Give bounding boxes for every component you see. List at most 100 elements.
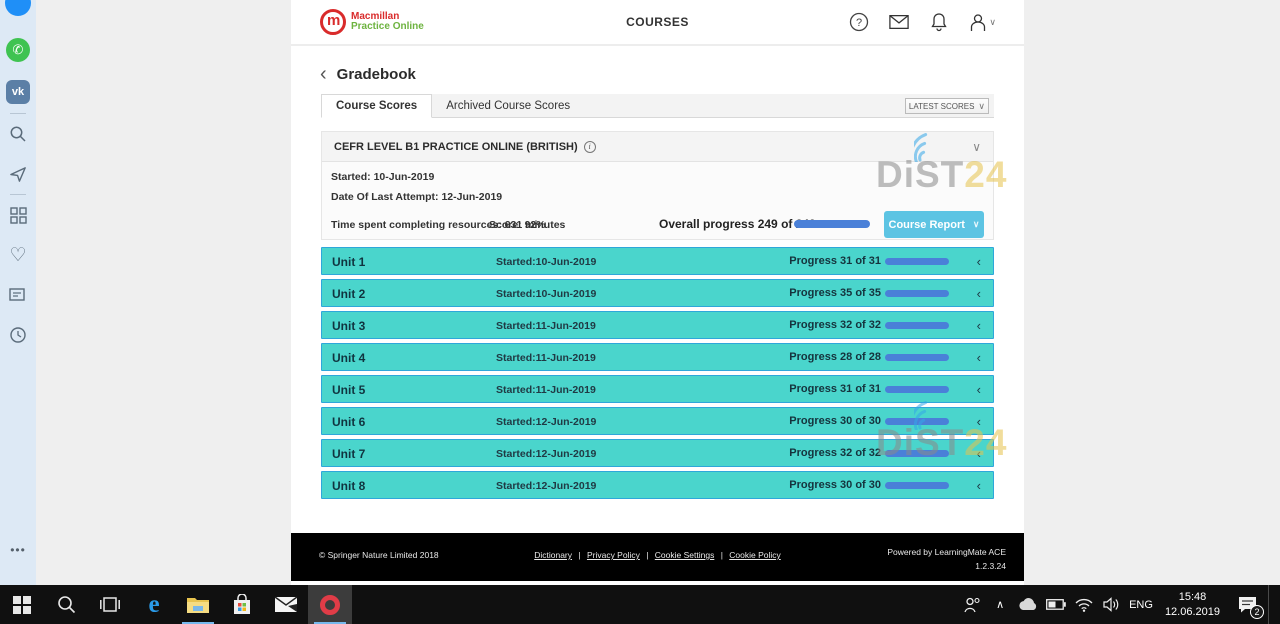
course-started: Started: 10-Jun-2019 xyxy=(331,171,984,183)
chevron-expand-icon[interactable]: ‹ xyxy=(977,414,981,429)
chevron-expand-icon[interactable]: ‹ xyxy=(977,446,981,461)
unit-name: Unit 6 xyxy=(332,415,365,429)
footer-link[interactable]: Dictionary xyxy=(534,550,572,560)
mail-app-icon[interactable] xyxy=(264,585,308,624)
unit-progress-label: Progress 31 of 31 xyxy=(789,255,881,267)
unit-progress-bar xyxy=(885,354,949,361)
whatsapp-icon[interactable]: ✆ xyxy=(6,38,30,62)
vk-icon[interactable]: vk xyxy=(6,80,30,104)
unit-row[interactable]: Unit 4 Started:11-Jun-2019 Progress 28 o… xyxy=(321,343,994,371)
footer-link[interactable]: Cookie Policy xyxy=(729,550,781,560)
page-title: Gradebook xyxy=(337,66,416,83)
bookmarks-heart-icon[interactable]: ♡ xyxy=(7,244,29,266)
back-icon[interactable]: ‹ xyxy=(320,64,327,84)
chevron-down-icon: ∨ xyxy=(978,101,985,112)
overall-progress-label: Overall progress 249 of 249 xyxy=(659,217,816,231)
chevron-down-icon: ∨ xyxy=(973,219,980,230)
unit-started-date: Started:11-Jun-2019 xyxy=(496,352,596,364)
search-icon[interactable] xyxy=(7,123,29,145)
store-icon[interactable] xyxy=(220,585,264,624)
mail-icon[interactable] xyxy=(889,12,909,32)
opera-icon[interactable] xyxy=(308,585,352,624)
tray-expand-icon[interactable]: ∧ xyxy=(989,591,1011,619)
footer-link-separator: | xyxy=(576,550,583,560)
page-content: Macmillan Practice Online COURSES ? ∨ xyxy=(291,0,1024,585)
unit-started-date: Started:12-Jun-2019 xyxy=(496,416,596,428)
unit-progress-bar xyxy=(885,418,949,425)
unit-name: Unit 1 xyxy=(332,255,365,269)
edge-icon[interactable]: e xyxy=(132,585,176,624)
info-icon[interactable]: i xyxy=(584,141,596,153)
unit-started-date: Started:10-Jun-2019 xyxy=(496,288,596,300)
chevron-expand-icon[interactable]: ‹ xyxy=(977,478,981,493)
unit-name: Unit 7 xyxy=(332,447,365,461)
start-button[interactable] xyxy=(0,585,44,624)
nav-courses[interactable]: COURSES xyxy=(626,15,689,29)
file-explorer-icon[interactable] xyxy=(176,585,220,624)
help-icon[interactable]: ? xyxy=(849,12,869,32)
sidebar-divider xyxy=(10,194,26,195)
sidebar-more-icon[interactable]: ••• xyxy=(0,543,36,557)
show-desktop-button[interactable] xyxy=(1268,585,1274,624)
tab-course-scores[interactable]: Course Scores xyxy=(321,94,432,118)
unit-row[interactable]: Unit 1 Started:10-Jun-2019 Progress 31 o… xyxy=(321,247,994,275)
unit-row[interactable]: Unit 2 Started:10-Jun-2019 Progress 35 o… xyxy=(321,279,994,307)
course-panel-header[interactable]: CEFR LEVEL B1 PRACTICE ONLINE (BRITISH) … xyxy=(322,132,993,162)
chevron-expand-icon[interactable]: ‹ xyxy=(977,382,981,397)
send-icon[interactable] xyxy=(7,163,29,185)
overall-progress-bar xyxy=(794,220,870,228)
unit-row[interactable]: Unit 3 Started:11-Jun-2019 Progress 32 o… xyxy=(321,311,994,339)
onedrive-cloud-icon[interactable] xyxy=(1017,591,1039,619)
unit-row[interactable]: Unit 7 Started:12-Jun-2019 Progress 32 o… xyxy=(321,439,994,467)
course-report-label: Course Report xyxy=(889,219,965,231)
speed-dial-icon[interactable] xyxy=(7,204,29,226)
unit-progress-label: Progress 28 of 28 xyxy=(789,351,881,363)
footer-link[interactable]: Privacy Policy xyxy=(587,550,640,560)
unit-progress-bar xyxy=(885,482,949,489)
battery-icon[interactable] xyxy=(1045,591,1067,619)
course-report-button[interactable]: Course Report ∨ xyxy=(884,211,984,238)
chevron-expand-icon[interactable]: ‹ xyxy=(977,318,981,333)
macmillan-logo[interactable]: Macmillan Practice Online xyxy=(320,9,424,35)
svg-text:?: ? xyxy=(856,17,862,29)
chevron-expand-icon[interactable]: ‹ xyxy=(977,254,981,269)
account-icon xyxy=(969,13,987,32)
taskbar-search-icon[interactable] xyxy=(44,585,88,624)
footer-link-separator: | xyxy=(644,550,651,560)
browser-sidebar: ✆ vk ♡ ••• xyxy=(0,0,36,585)
taskbar-date: 12.06.2019 xyxy=(1165,605,1220,620)
footer-link-separator: | xyxy=(718,550,725,560)
news-feed-icon[interactable] xyxy=(7,284,29,306)
chevron-expand-icon[interactable]: ‹ xyxy=(977,286,981,301)
sidebar-divider xyxy=(10,113,26,114)
language-indicator[interactable]: ENG xyxy=(1129,599,1153,611)
task-view-icon[interactable] xyxy=(88,585,132,624)
chevron-expand-icon[interactable]: ‹ xyxy=(977,350,981,365)
windows-taskbar: e ∧ ENG xyxy=(0,585,1280,624)
footer-link[interactable]: Cookie Settings xyxy=(655,550,715,560)
unit-row[interactable]: Unit 5 Started:11-Jun-2019 Progress 31 o… xyxy=(321,375,994,403)
course-title: CEFR LEVEL B1 PRACTICE ONLINE (BRITISH) xyxy=(334,141,578,153)
latest-scores-label: LATEST SCORES xyxy=(909,102,975,111)
account-menu[interactable]: ∨ xyxy=(969,13,996,32)
action-center-icon[interactable]: 2 xyxy=(1232,591,1262,619)
unit-progress-label: Progress 35 of 35 xyxy=(789,287,881,299)
messenger-icon[interactable] xyxy=(5,0,31,16)
notifications-bell-icon[interactable] xyxy=(929,12,949,32)
people-icon[interactable] xyxy=(961,591,983,619)
unit-progress-bar xyxy=(885,290,949,297)
unit-row[interactable]: Unit 6 Started:12-Jun-2019 Progress 30 o… xyxy=(321,407,994,435)
history-clock-icon[interactable] xyxy=(7,324,29,346)
wifi-icon[interactable] xyxy=(1073,591,1095,619)
unit-row[interactable]: Unit 8 Started:12-Jun-2019 Progress 30 o… xyxy=(321,471,994,499)
chevron-down-icon[interactable]: ∨ xyxy=(972,140,981,154)
unit-progress-label: Progress 32 of 32 xyxy=(789,447,881,459)
unit-progress-bar xyxy=(885,450,949,457)
tab-archived-course-scores[interactable]: Archived Course Scores xyxy=(432,94,584,118)
volume-icon[interactable] xyxy=(1101,591,1123,619)
taskbar-clock[interactable]: 15:48 12.06.2019 xyxy=(1159,590,1226,620)
latest-scores-dropdown[interactable]: LATEST SCORES ∨ xyxy=(905,98,989,114)
site-footer: © Springer Nature Limited 2018 Dictionar… xyxy=(291,533,1024,581)
footer-links: Dictionary | Privacy Policy | Cookie Set… xyxy=(530,550,785,560)
unit-name: Unit 4 xyxy=(332,351,365,365)
